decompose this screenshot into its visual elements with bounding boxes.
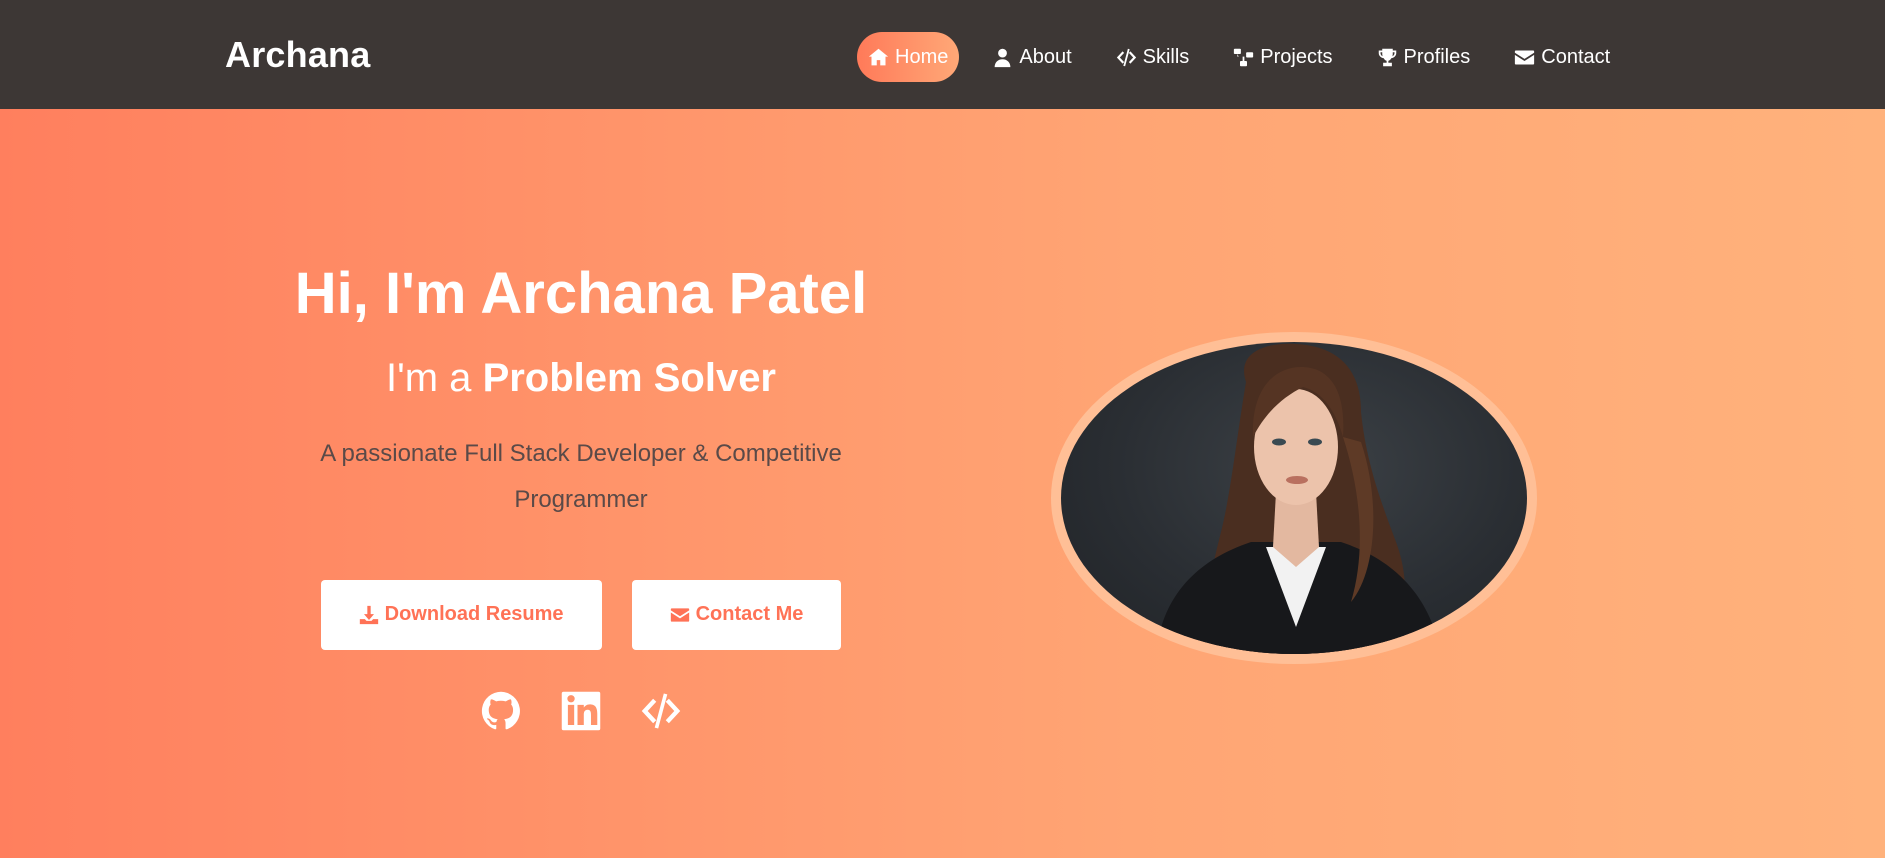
linkedin-icon	[561, 691, 601, 731]
nav-item-skills[interactable]: Skills	[1105, 32, 1201, 82]
linkedin-link[interactable]	[560, 690, 602, 732]
profile-photo	[1061, 342, 1527, 654]
nav-item-label: Profiles	[1403, 45, 1471, 68]
hero-section: Hi, I'm Archana Patel I'm a Problem Solv…	[0, 109, 1885, 858]
envelope-icon	[1515, 50, 1535, 64]
github-link[interactable]	[480, 690, 522, 732]
hero-text: Hi, I'm Archana Patel I'm a Problem Solv…	[281, 262, 881, 732]
trophy-icon	[1378, 48, 1396, 66]
role-highlight: Problem Solver	[482, 355, 776, 400]
nav-item-profiles[interactable]: Profiles	[1366, 32, 1482, 82]
github-icon	[481, 691, 520, 730]
role-prefix: I'm a	[386, 355, 472, 400]
download-icon	[359, 605, 378, 624]
profile-photo-frame	[1051, 332, 1537, 664]
brand-logo[interactable]: Archana	[225, 34, 370, 76]
download-resume-button[interactable]: Download Resume	[320, 579, 602, 650]
social-links	[281, 690, 881, 732]
user-icon	[994, 48, 1011, 67]
nav-item-about[interactable]: About	[981, 32, 1082, 82]
home-icon	[868, 48, 889, 65]
hero-buttons: Download Resume Contact Me	[281, 579, 881, 650]
navbar: Archana Home About Skills Projects Profi…	[0, 0, 1885, 109]
sitemap-icon	[1234, 48, 1254, 66]
code-icon	[1116, 48, 1136, 66]
nav-item-label: Skills	[1142, 45, 1190, 68]
nav-item-contact[interactable]: Contact	[1503, 32, 1621, 82]
nav-item-home[interactable]: Home	[857, 32, 960, 82]
hero-role: I'm a Problem Solver	[281, 356, 881, 401]
code-icon	[641, 693, 681, 729]
code-profile-link[interactable]	[640, 690, 682, 732]
nav-item-label: Home	[895, 45, 949, 68]
nav-item-projects[interactable]: Projects	[1222, 32, 1343, 82]
download-resume-label: Download Resume	[384, 603, 564, 626]
contact-me-button[interactable]: Contact Me	[631, 579, 842, 650]
nav-item-label: Projects	[1260, 45, 1333, 68]
portrait-illustration	[1156, 343, 1441, 654]
hero-description: A passionate Full Stack Developer & Comp…	[320, 439, 842, 513]
envelope-icon	[670, 608, 689, 622]
nav-item-label: About	[1019, 45, 1072, 68]
hero-greeting: Hi, I'm Archana Patel	[294, 261, 868, 326]
nav-item-label: Contact	[1541, 45, 1611, 68]
contact-me-label: Contact Me	[695, 603, 804, 626]
main-nav: Home About Skills Projects Profiles Cont…	[857, 32, 1621, 82]
